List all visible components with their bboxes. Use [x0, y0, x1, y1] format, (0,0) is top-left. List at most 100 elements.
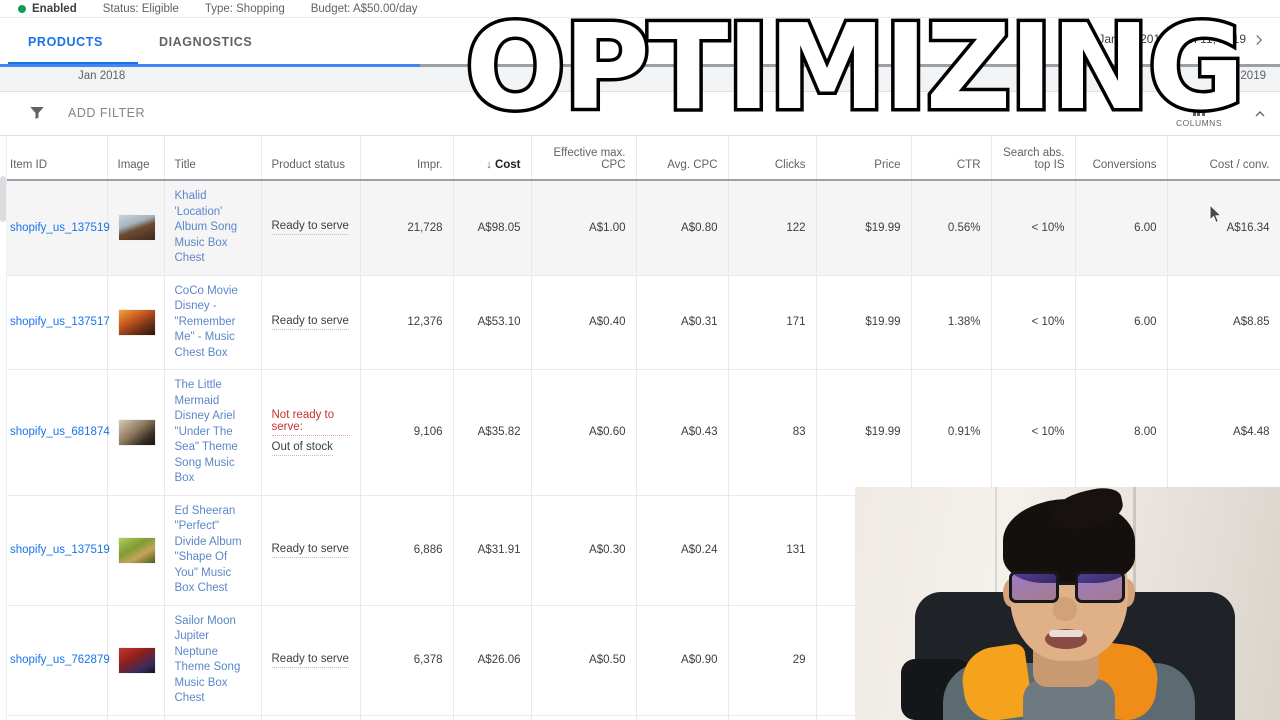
- table-row[interactable]: shopify_us_137517 CoCo Movie Disney - "R…: [0, 275, 1280, 371]
- table-header-row: Item ID Image Title Product status Impr.…: [0, 136, 1280, 181]
- col-effective-max-cpc[interactable]: Effective max. CPC: [531, 136, 637, 181]
- row-conversions: 6.00: [1075, 180, 1168, 276]
- add-filter-button[interactable]: ADD FILTER: [68, 106, 145, 120]
- table-header: Item ID Image Title Product status Impr.…: [0, 136, 1280, 181]
- product-thumbnail[interactable]: [117, 214, 156, 242]
- tab-diagnostics-label: DIAGNOSTICS: [158, 35, 253, 49]
- row-item-id-link[interactable]: shopify_us_137519: [10, 222, 110, 234]
- timeline-start-label: Jan 2018: [78, 70, 126, 82]
- row-effective-max-cpc[interactable]: A$1.00: [531, 180, 637, 276]
- row-item-id-link[interactable]: shopify_us_137519: [10, 544, 110, 556]
- row-product-status: Ready to serve: [271, 220, 349, 236]
- col-price[interactable]: Price: [816, 136, 912, 181]
- left-scrollbar-thumb[interactable]: [0, 176, 6, 222]
- app-root: Enabled Status: Eligible Type: Shopping …: [0, 0, 1280, 720]
- row-product-status-detail: Out of stock: [271, 441, 333, 456]
- row-search-abs-top-is: < 10%: [991, 180, 1076, 276]
- timeline-track[interactable]: [0, 64, 1280, 67]
- product-thumbnail[interactable]: [117, 418, 156, 446]
- row-cost: A$98.05: [453, 180, 532, 276]
- filter-funnel-icon[interactable]: [28, 104, 46, 122]
- row-effective-max-cpc[interactable]: A$0.60: [531, 369, 637, 496]
- row-product-status: Ready to serve: [271, 653, 349, 668]
- person-teeth: [1049, 630, 1083, 637]
- row-effective-max-cpc[interactable]: A$0.50: [531, 605, 637, 716]
- row-product-status: Ready to serve: [271, 315, 349, 330]
- enabled-label: Enabled: [32, 2, 77, 15]
- col-item-id[interactable]: Item ID: [0, 136, 108, 181]
- tab-products-label: PRODUCTS: [28, 35, 103, 49]
- row-title-link[interactable]: Sailor Moon Jupiter Neptune Theme Song M…: [175, 614, 251, 707]
- col-impressions[interactable]: Impr.: [360, 136, 454, 181]
- row-item-id-link[interactable]: shopify_us_762879: [10, 654, 110, 666]
- row-cost-per-conv: A$16.34: [1167, 180, 1280, 276]
- row-clicks: 171: [728, 275, 817, 371]
- row-impressions: 12,376: [360, 275, 454, 371]
- row-cost-per-conv: A$8.85: [1167, 275, 1280, 371]
- sort-descending-icon: ↓: [486, 159, 492, 171]
- row-ctr: 1.38%: [911, 275, 992, 371]
- tab-diagnostics[interactable]: DIAGNOSTICS: [131, 18, 280, 66]
- chevron-right-icon[interactable]: [1250, 31, 1268, 49]
- table-row[interactable]: shopify_us_681874 The Little Mermaid Dis…: [0, 369, 1280, 496]
- row-clicks: 122: [728, 180, 817, 276]
- tab-list: PRODUCTS DIAGNOSTICS: [0, 18, 280, 66]
- filter-bar: ADD FILTER COLUMNS: [0, 92, 1280, 136]
- date-range-label: Jan 11, 2018 - Jan 11, 2019: [1098, 32, 1246, 46]
- tabs-row: PRODUCTS DIAGNOSTICS Jan 11, 2018 - Jan …: [0, 18, 1280, 66]
- col-title[interactable]: Title: [164, 136, 262, 181]
- col-clicks[interactable]: Clicks: [728, 136, 817, 181]
- row-clicks: 29: [728, 605, 817, 716]
- timeline-progress: [0, 64, 420, 67]
- col-ctr[interactable]: CTR: [911, 136, 992, 181]
- row-title-link[interactable]: Khalid 'Location' Album Song Music Box C…: [175, 189, 251, 267]
- glasses-lens-left: [1009, 571, 1059, 603]
- chevron-up-icon[interactable]: [1252, 106, 1268, 122]
- col-search-abs-top-is[interactable]: Search abs. top IS: [991, 136, 1076, 181]
- row-conversions: 6.00: [1075, 275, 1168, 371]
- row-avg-cpc: A$0.31: [636, 275, 729, 371]
- row-avg-cpc: A$0.24: [636, 495, 729, 606]
- left-scrollbar[interactable]: [0, 136, 7, 720]
- col-cost[interactable]: ↓ Cost: [453, 136, 532, 181]
- row-impressions: 9,106: [360, 369, 454, 496]
- col-conversions[interactable]: Conversions: [1075, 136, 1168, 181]
- row-clicks: 26: [728, 715, 817, 720]
- tab-products[interactable]: PRODUCTS: [0, 18, 131, 66]
- row-product-status: Ready to serve: [271, 543, 349, 558]
- columns-icon: [1192, 102, 1205, 116]
- product-thumbnail[interactable]: [117, 536, 156, 564]
- row-search-abs-top-is: < 10%: [991, 275, 1076, 371]
- row-avg-cpc: A$0.80: [636, 180, 729, 276]
- row-cost-per-conv: A$4.48: [1167, 369, 1280, 496]
- row-search-abs-top-is: < 10%: [991, 369, 1076, 496]
- row-title-link[interactable]: The Little Mermaid Disney Ariel "Under T…: [175, 378, 251, 487]
- row-item-id-link[interactable]: shopify_us_137517: [10, 316, 110, 328]
- col-cost-per-conv[interactable]: Cost / conv.: [1167, 136, 1280, 181]
- row-title-link[interactable]: Ed Sheeran "Perfect" Divide Album "Shape…: [175, 504, 251, 597]
- row-product-status: Not ready to serve:: [271, 409, 350, 436]
- row-ctr: 0.56%: [911, 180, 992, 276]
- product-thumbnail[interactable]: [117, 308, 156, 336]
- campaign-type-text: Type: Shopping: [204, 2, 285, 15]
- columns-button[interactable]: COLUMNS: [1176, 102, 1222, 128]
- campaign-status-text: Status: Eligible: [102, 2, 179, 15]
- campaign-enabled-state: Enabled: [18, 3, 77, 15]
- row-price: $19.99: [816, 275, 912, 371]
- date-range-selector[interactable]: Jan 11, 2018 - Jan 11, 2019: [1098, 32, 1246, 46]
- person-glasses: [1005, 571, 1133, 603]
- row-effective-max-cpc[interactable]: A$0.40: [531, 275, 637, 371]
- row-effective-max-cpc[interactable]: A$0.35: [531, 715, 637, 720]
- col-avg-cpc[interactable]: Avg. CPC: [636, 136, 729, 181]
- row-title-link[interactable]: CoCo Movie Disney - "Remember Me" - Musi…: [175, 284, 251, 362]
- enabled-status-dot-icon: [18, 4, 26, 13]
- glasses-bridge: [1059, 582, 1075, 585]
- product-thumbnail[interactable]: [117, 646, 156, 674]
- row-effective-max-cpc[interactable]: A$0.30: [531, 495, 637, 606]
- campaign-budget-text: Budget: A$50.00/day: [310, 2, 418, 15]
- row-clicks: 83: [728, 369, 817, 496]
- col-image[interactable]: Image: [107, 136, 165, 181]
- col-product-status[interactable]: Product status: [261, 136, 361, 181]
- table-row[interactable]: shopify_us_137519 Khalid 'Location' Albu…: [0, 180, 1280, 276]
- row-item-id-link[interactable]: shopify_us_681874: [10, 426, 110, 438]
